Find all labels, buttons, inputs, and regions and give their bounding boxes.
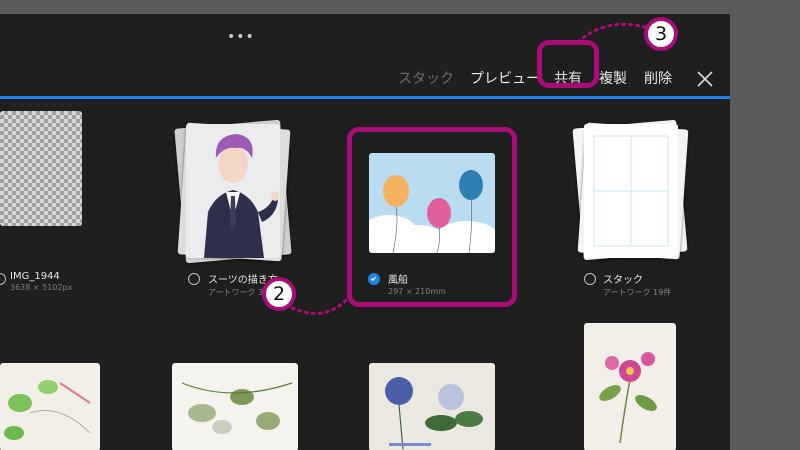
stack-button[interactable]: スタック <box>398 68 454 88</box>
artwork-thumbnail-hydrangea[interactable] <box>369 363 495 450</box>
stack-count: アートワーク 19件 <box>603 288 672 297</box>
selection-toolbar: スタック プレビュー 共有 複製 削除 <box>0 64 730 98</box>
stack-title: スタック <box>603 275 643 286</box>
close-icon[interactable] <box>696 70 714 88</box>
stack-thumbnail[interactable] <box>584 124 678 258</box>
share-highlight-frame <box>537 40 599 88</box>
select-radio[interactable] <box>188 273 200 285</box>
artwork-thumbnail-flower[interactable] <box>584 323 676 450</box>
artwork-title: IMG_1944 <box>10 271 60 282</box>
selection-bar <box>0 96 730 99</box>
artwork-thumbnail[interactable] <box>0 111 82 226</box>
artwork-thumbnail-leaves[interactable] <box>172 363 298 450</box>
artwork-thumbnail-green-sketch[interactable] <box>0 363 100 450</box>
select-radio[interactable] <box>0 273 6 285</box>
step-2-badge: 2 <box>262 277 296 311</box>
delete-button[interactable]: 削除 <box>644 68 672 88</box>
preview-button[interactable]: プレビュー <box>470 68 540 88</box>
duplicate-button[interactable]: 複製 <box>599 68 627 88</box>
step-3-badge: 3 <box>644 17 678 51</box>
suit-character-thumbnail[interactable] <box>186 124 280 258</box>
selected-artwork-highlight-frame <box>347 127 517 307</box>
drag-handle-icon[interactable]: ••• <box>227 30 255 44</box>
artwork-size: 3638 × 5102px <box>10 283 73 292</box>
select-radio[interactable] <box>584 273 596 285</box>
